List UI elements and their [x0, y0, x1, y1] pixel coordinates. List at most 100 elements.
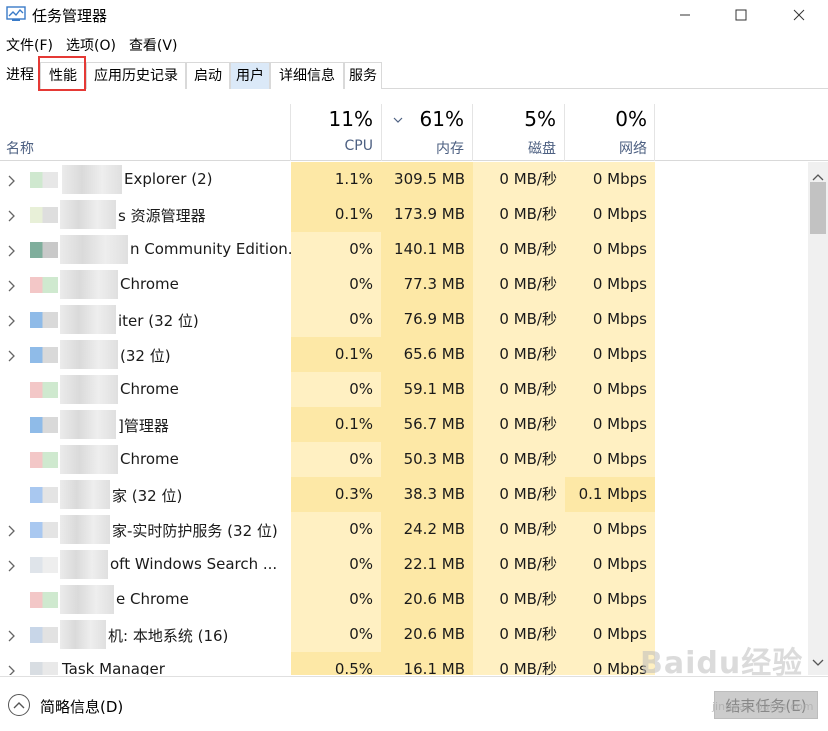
- fewer-details-link[interactable]: 简略信息(D): [40, 696, 123, 717]
- redaction-blur: [60, 585, 114, 614]
- table-row[interactable]: s 资源管理器 0.1% 173.9 MB 0 MB/秒 0 Mbps: [0, 197, 808, 232]
- process-name: (32 位): [120, 347, 171, 365]
- taskmgr-icon: [30, 662, 58, 675]
- chevron-right-icon[interactable]: [8, 313, 16, 331]
- memory-percent: 61%: [419, 107, 464, 131]
- cpu-cell: 0%: [291, 267, 381, 302]
- table-row[interactable]: Chrome 0% 59.1 MB 0 MB/秒 0 Mbps: [0, 372, 808, 407]
- tab-services[interactable]: 服务: [344, 62, 382, 89]
- cpu-cell: 0%: [291, 232, 381, 267]
- table-row[interactable]: 家-实时防护服务 (32 位) 0% 24.2 MB 0 MB/秒 0 Mbps: [0, 512, 808, 547]
- menu-view[interactable]: 查看(V): [123, 33, 185, 57]
- tab-users[interactable]: 用户: [230, 62, 270, 89]
- network-cell: 0 Mbps: [565, 547, 655, 582]
- cpu-label: CPU: [344, 138, 373, 154]
- menu-file[interactable]: 文件(F): [0, 33, 60, 57]
- tab-startup[interactable]: 启动: [186, 62, 230, 89]
- chevron-up-icon[interactable]: [8, 694, 30, 716]
- baidu-watermark: Baidu经验: [640, 646, 804, 681]
- column-name[interactable]: 名称: [6, 138, 34, 158]
- network-cell: 0 Mbps: [565, 197, 655, 232]
- redaction-blur: [62, 165, 122, 194]
- shield-icon: [30, 487, 58, 503]
- table-row[interactable]: 家 (32 位) 0.3% 38.3 MB 0 MB/秒 0.1 Mbps: [0, 477, 808, 512]
- globe-icon: [30, 172, 58, 188]
- disk-cell: 0 MB/秒: [473, 267, 565, 302]
- redaction-blur: [60, 550, 108, 579]
- minimize-button[interactable]: [662, 0, 708, 30]
- close-button[interactable]: [776, 0, 822, 30]
- scroll-thumb[interactable]: [810, 182, 826, 234]
- process-name: ]管理器: [118, 417, 169, 435]
- memory-cell: 20.6 MB: [381, 582, 473, 617]
- process-name: Task Manager: [62, 660, 165, 675]
- process-name: Chrome: [120, 275, 179, 293]
- chevron-right-icon[interactable]: [8, 628, 16, 646]
- cpu-cell: 0.1%: [291, 337, 381, 372]
- chevron-right-icon[interactable]: [8, 243, 16, 261]
- process-name: n Community Edition...: [130, 240, 303, 258]
- network-cell: 0 Mbps: [565, 442, 655, 477]
- tab-app-history[interactable]: 应用历史记录: [86, 62, 186, 89]
- scroll-down-icon[interactable]: [812, 652, 824, 671]
- memory-label: 内存: [436, 141, 464, 157]
- chevron-right-icon[interactable]: [8, 208, 16, 226]
- disk-cell: 0 MB/秒: [473, 372, 565, 407]
- cpu-cell: 0.3%: [291, 477, 381, 512]
- table-row[interactable]: oft Windows Search ... 0% 22.1 MB 0 MB/秒 0 M…: [0, 547, 808, 582]
- tab-details[interactable]: 详细信息: [270, 62, 344, 89]
- memory-cell: 20.6 MB: [381, 617, 473, 652]
- menu-options[interactable]: 选项(O): [60, 33, 123, 57]
- chevron-right-icon[interactable]: [8, 558, 16, 576]
- cpu-cell: 0%: [291, 372, 381, 407]
- process-name: Chrome: [120, 380, 179, 398]
- redaction-blur: [60, 410, 116, 439]
- memory-cell: 50.3 MB: [381, 442, 473, 477]
- chrome-icon: [30, 382, 58, 398]
- chevron-right-icon[interactable]: [8, 348, 16, 366]
- baidu-watermark-url: jingyan.baidu.com: [712, 700, 814, 713]
- maximize-icon: [735, 9, 747, 21]
- table-row[interactable]: e Chrome 0% 20.6 MB 0 MB/秒 0 Mbps: [0, 582, 808, 617]
- footer: 简略信息(D) 结束任务(E): [0, 676, 828, 731]
- app-icon: [30, 417, 58, 433]
- chrome-icon: [30, 452, 58, 468]
- process-name: iter (32 位): [118, 312, 199, 330]
- table-row[interactable]: ]管理器 0.1% 56.7 MB 0 MB/秒 0 Mbps: [0, 407, 808, 442]
- table-row[interactable]: Chrome 0% 77.3 MB 0 MB/秒 0 Mbps: [0, 267, 808, 302]
- table-row[interactable]: n Community Edition... 0% 140.1 MB 0 MB/秒 0 …: [0, 232, 808, 267]
- network-cell: 0 Mbps: [565, 582, 655, 617]
- cpu-cell: 0%: [291, 442, 381, 477]
- disk-cell: 0 MB/秒: [473, 617, 565, 652]
- disk-percent: 5%: [524, 107, 556, 131]
- cpu-cell: 1.1%: [291, 162, 381, 197]
- network-cell: 0 Mbps: [565, 407, 655, 442]
- table-row[interactable]: (32 位) 0.1% 65.6 MB 0 MB/秒 0 Mbps: [0, 337, 808, 372]
- disk-cell: 0 MB/秒: [473, 197, 565, 232]
- chevron-right-icon[interactable]: [8, 523, 16, 541]
- window-title: 任务管理器: [32, 7, 108, 25]
- chevron-right-icon[interactable]: [8, 173, 16, 191]
- redaction-blur: [60, 480, 110, 509]
- process-name: s 资源管理器: [118, 207, 206, 225]
- tab-processes[interactable]: 进程: [0, 62, 40, 89]
- vertical-scrollbar[interactable]: [808, 162, 828, 675]
- table-row[interactable]: Chrome 0% 50.3 MB 0 MB/秒 0 Mbps: [0, 442, 808, 477]
- process-name: e Chrome: [116, 590, 189, 608]
- maximize-button[interactable]: [718, 0, 764, 30]
- chrome-icon: [30, 277, 58, 293]
- redaction-blur: [60, 200, 116, 229]
- memory-cell: 309.5 MB: [381, 162, 473, 197]
- cpu-cell: 0%: [291, 582, 381, 617]
- network-cell: 0 Mbps: [565, 302, 655, 337]
- network-cell: 0 Mbps: [565, 372, 655, 407]
- table-row[interactable]: Explorer (2) 1.1% 309.5 MB 0 MB/秒 0 Mbps: [0, 162, 808, 197]
- cpu-cell: 0.5%: [291, 652, 381, 675]
- chevron-right-icon[interactable]: [8, 663, 16, 675]
- network-cell: 0 Mbps: [565, 162, 655, 197]
- table-row[interactable]: iter (32 位) 0% 76.9 MB 0 MB/秒 0 Mbps: [0, 302, 808, 337]
- chevron-right-icon[interactable]: [8, 278, 16, 296]
- memory-cell: 140.1 MB: [381, 232, 473, 267]
- memory-cell: 59.1 MB: [381, 372, 473, 407]
- disk-cell: 0 MB/秒: [473, 652, 565, 675]
